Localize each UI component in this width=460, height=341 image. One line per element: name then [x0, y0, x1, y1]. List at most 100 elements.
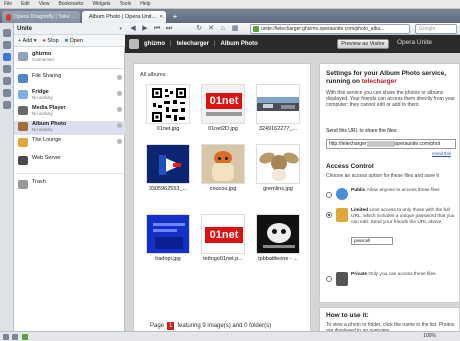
- notes-panel-icon[interactable]: [3, 65, 11, 73]
- add-button[interactable]: + Add ▾: [18, 38, 37, 44]
- history-panel-icon[interactable]: [3, 89, 11, 97]
- photo-thumb[interactable]: tpbbattleone - ...: [256, 214, 300, 262]
- service-web-server[interactable]: Web Server: [14, 155, 125, 167]
- tab-album-photo[interactable]: Album Photo | Opera Unit... ✕: [82, 11, 166, 23]
- photo-caption[interactable]: 3305962553_...: [146, 186, 190, 192]
- photo-thumb[interactable]: 3249162277_...: [256, 84, 300, 132]
- zoom-level[interactable]: 100%: [423, 333, 436, 339]
- speed-dial-icon[interactable]: ▦: [231, 25, 239, 33]
- url-input[interactable]: unite://telecharger.ghizmo.operaunite.co…: [250, 24, 410, 34]
- trash[interactable]: Trash: [14, 179, 125, 191]
- gear-icon[interactable]: [117, 75, 122, 80]
- new-tab-button[interactable]: +: [170, 12, 180, 22]
- unite-status-icon[interactable]: [12, 334, 18, 340]
- page-number-current[interactable]: 1: [167, 322, 175, 330]
- service-media-player[interactable]: Media Player No activity: [14, 105, 125, 119]
- tab-label: Opera Dragonfly | Take ...: [13, 14, 76, 20]
- menu-file[interactable]: File: [4, 1, 12, 7]
- rewind-icon[interactable]: ⏮: [153, 25, 161, 33]
- unite-toolbar: + Add ▾ ● Stop ■ Open: [14, 35, 125, 47]
- hadopi-image: [146, 214, 190, 254]
- photo-caption[interactable]: gremlins.jpg: [256, 186, 300, 192]
- close-tab-icon[interactable]: ✕: [159, 14, 163, 20]
- service-the-lounge[interactable]: The Lounge: [14, 137, 125, 149]
- menu-widgets[interactable]: Widgets: [92, 1, 110, 7]
- menu-help[interactable]: Help: [140, 1, 150, 7]
- web-server-icon: [18, 156, 28, 165]
- photo-thumb[interactable]: coucou.jpg: [201, 144, 245, 192]
- search-input[interactable]: Google: [415, 24, 457, 34]
- media-player-icon: [18, 106, 28, 115]
- reload-icon[interactable]: ↻: [195, 25, 203, 33]
- email-link[interactable]: email this: [432, 151, 451, 156]
- breadcrumb-separator: |: [213, 41, 216, 47]
- service-album-photo[interactable]: Album Photo No activity: [14, 121, 125, 135]
- unite-panel-icon[interactable]: [3, 53, 11, 61]
- photo-caption[interactable]: tpbbattleone - ...: [256, 256, 300, 262]
- links-panel-icon[interactable]: [3, 101, 11, 109]
- forward-icon[interactable]: ▶: [141, 25, 149, 33]
- address-toolbar: ◀ ▶ ⏮ ⏭ ↻ ✕ ⌂ ▦ unite://telecharger.ghiz…: [125, 23, 460, 35]
- access-option-limited[interactable]: Limited Limit access to only those with …: [326, 208, 456, 248]
- public-radio[interactable]: [326, 192, 332, 198]
- photo-thumb[interactable]: 01net tettogo01net.p...: [201, 214, 245, 262]
- opera-unite-brand[interactable]: Opera Unite: [397, 39, 432, 46]
- service-status: No activity: [32, 127, 53, 132]
- photo-caption[interactable]: 01net2D.jpg: [201, 126, 245, 132]
- menu-bar: File Edit View Bookmarks Widgets Tools H…: [0, 0, 460, 9]
- photo-caption[interactable]: coucou.jpg: [201, 186, 245, 192]
- 01net-logo-image: 01net: [201, 84, 245, 124]
- breadcrumb-separator: |: [170, 41, 172, 47]
- photo-caption[interactable]: tettogo01net.p...: [201, 256, 245, 262]
- stop-button[interactable]: ● Stop: [43, 38, 59, 44]
- panel-menu-icon[interactable]: ▾: [119, 26, 122, 32]
- gear-icon[interactable]: [117, 107, 122, 112]
- service-fridge[interactable]: Fridge No activity: [14, 89, 125, 103]
- back-icon[interactable]: ◀: [129, 25, 137, 33]
- share-url-field[interactable]: http://telecharger operaunite.com/phot: [326, 139, 456, 149]
- fridge-icon: [18, 90, 28, 99]
- access-option-public[interactable]: Public Allow anyone to access these file…: [326, 188, 456, 204]
- breadcrumb-user[interactable]: ghizmo: [144, 41, 165, 47]
- bookmarks-panel-icon[interactable]: [3, 29, 11, 37]
- service-file-sharing[interactable]: File Sharing: [14, 73, 125, 85]
- gear-icon[interactable]: [117, 91, 122, 96]
- album-photo-icon: [18, 122, 28, 131]
- fast-forward-icon[interactable]: ⏭: [165, 25, 173, 33]
- photo-caption[interactable]: hadopi.jpg: [146, 256, 190, 262]
- gear-icon[interactable]: [117, 139, 122, 144]
- menu-tools[interactable]: Tools: [120, 1, 132, 7]
- panel-toggle-icon[interactable]: [3, 334, 9, 340]
- photo-thumb[interactable]: 3305962553_...: [146, 144, 190, 192]
- breadcrumb-device[interactable]: telecharger: [177, 41, 209, 47]
- unite-logo-icon: [129, 39, 139, 49]
- menu-view[interactable]: View: [39, 1, 50, 7]
- access-option-private[interactable]: Private Only you can access these files.: [326, 272, 456, 288]
- gear-icon[interactable]: [117, 123, 122, 128]
- preview-as-visitor-button[interactable]: Preview as Visitor: [337, 39, 389, 49]
- unite-panel-title: Unite: [17, 25, 32, 32]
- private-radio[interactable]: [326, 276, 332, 282]
- trash-icon: [18, 180, 28, 189]
- widgets-panel-icon[interactable]: [3, 41, 11, 49]
- limited-radio[interactable]: [326, 212, 332, 218]
- menu-bookmarks[interactable]: Bookmarks: [58, 1, 83, 7]
- photo-caption[interactable]: 01net.jpg: [146, 126, 190, 132]
- password-field[interactable]: passcell: [351, 237, 393, 245]
- menu-edit[interactable]: Edit: [21, 1, 30, 7]
- user-status: Connected: [32, 57, 54, 62]
- turbo-icon[interactable]: [22, 334, 28, 340]
- home-icon: [18, 52, 28, 61]
- open-button[interactable]: ■ Open: [65, 38, 83, 44]
- transfers-panel-icon[interactable]: [3, 77, 11, 85]
- photo-thumb[interactable]: hadopi.jpg: [146, 214, 190, 262]
- photo-thumb[interactable]: gremlins.jpg: [256, 144, 300, 192]
- stop-load-icon[interactable]: ✕: [207, 25, 215, 33]
- photo-thumb[interactable]: 01net.jpg: [146, 84, 190, 132]
- photo-caption[interactable]: 3249162277_...: [256, 126, 300, 132]
- home-icon[interactable]: ⌂: [219, 25, 227, 33]
- photo-thumb[interactable]: 01net 01net2D.jpg: [201, 84, 245, 132]
- tab-dragonfly[interactable]: Opera Dragonfly | Take ...: [2, 11, 80, 23]
- plus-icon: +: [18, 37, 22, 44]
- unite-user[interactable]: ghizmo Connected: [14, 51, 125, 65]
